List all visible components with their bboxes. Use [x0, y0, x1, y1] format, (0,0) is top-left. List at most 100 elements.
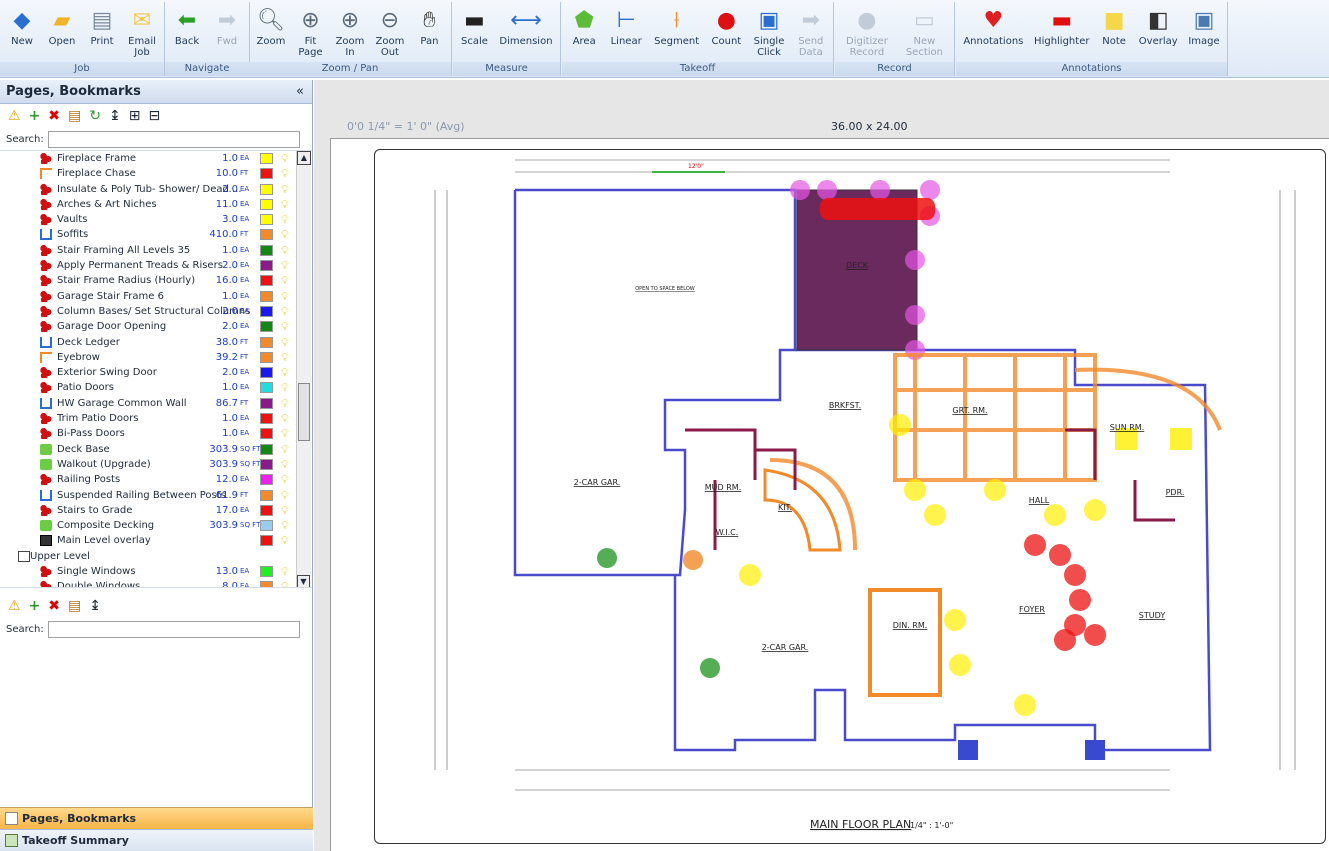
- tree-item[interactable]: Bi-Pass Doors 1.0 EA 💡︎: [0, 426, 312, 441]
- color-swatch[interactable]: [260, 336, 273, 348]
- tree-item[interactable]: Garage Stair Frame 6 1.0 EA 💡︎: [0, 289, 312, 304]
- visibility-bulb-icon[interactable]: 💡︎: [281, 289, 289, 304]
- tree-item[interactable]: Main Level overlay 💡︎: [0, 533, 312, 548]
- visibility-bulb-icon[interactable]: 💡︎: [281, 518, 289, 533]
- color-swatch[interactable]: [260, 443, 273, 455]
- back-button[interactable]: ⬅ Back: [169, 4, 205, 62]
- fwd-button[interactable]: ➡ Fwd: [209, 4, 245, 62]
- zoom-button[interactable]: 🔍︎ Zoom: [253, 4, 290, 62]
- image-button[interactable]: ▣ Image: [1184, 4, 1223, 62]
- color-swatch[interactable]: [260, 504, 273, 516]
- floor-plan-drawing[interactable]: DECK OPEN TO SPACE BELOW BRKFST. GRT. RM. SU…: [375, 150, 1327, 845]
- color-swatch[interactable]: [260, 229, 273, 241]
- visibility-bulb-icon[interactable]: 💡︎: [281, 380, 289, 395]
- color-swatch[interactable]: [260, 244, 273, 256]
- print-button[interactable]: ▤ Print: [84, 4, 120, 62]
- color-swatch[interactable]: [260, 168, 273, 180]
- expand-all-icon[interactable]: ⊞: [129, 108, 141, 124]
- tree-item[interactable]: Patio Doors 1.0 EA 💡︎: [0, 380, 312, 395]
- tree-item[interactable]: HW Garage Common Wall 86.7 FT 💡︎: [0, 396, 312, 411]
- bookmark-icon[interactable]: ⚠: [8, 598, 21, 614]
- visibility-bulb-icon[interactable]: 💡︎: [281, 243, 289, 258]
- color-swatch[interactable]: [260, 535, 273, 547]
- visibility-bulb-icon[interactable]: 💡︎: [281, 442, 289, 457]
- visibility-bulb-icon[interactable]: 💡︎: [281, 151, 289, 166]
- color-swatch[interactable]: [260, 397, 273, 409]
- delete-icon[interactable]: ✖: [48, 108, 60, 124]
- tree-item[interactable]: Composite Decking 303.9 SQ FT 💡︎: [0, 518, 312, 533]
- visibility-bulb-icon[interactable]: 💡︎: [281, 488, 289, 503]
- tree-item[interactable]: Single Windows 13.0 EA 💡︎: [0, 564, 312, 579]
- scroll-up-button[interactable]: ▲: [297, 151, 311, 165]
- visibility-bulb-icon[interactable]: 💡︎: [281, 457, 289, 472]
- new-button[interactable]: ◆ New: [4, 4, 40, 62]
- color-swatch[interactable]: [260, 520, 273, 532]
- color-swatch[interactable]: [260, 458, 273, 470]
- properties-icon[interactable]: ▤: [68, 108, 81, 124]
- tab-pages-bookmarks[interactable]: Pages, Bookmarks: [0, 807, 313, 829]
- color-swatch[interactable]: [260, 198, 273, 210]
- drawing-canvas[interactable]: 0'0 1/4" = 1' 0" (Avg) 36.00 x 24.00 DEC…: [314, 80, 1329, 851]
- color-swatch[interactable]: [260, 290, 273, 302]
- color-swatch[interactable]: [260, 305, 273, 317]
- overlay-button[interactable]: ◧ Overlay: [1135, 4, 1182, 62]
- tree-item[interactable]: Deck Base 303.9 SQ FT 💡︎: [0, 442, 312, 457]
- tree-item[interactable]: Eyebrow 39.2 FT 💡︎: [0, 350, 312, 365]
- zoom-out-button[interactable]: ⊖ Zoom Out: [371, 4, 408, 62]
- tree-item[interactable]: Railing Posts 12.0 EA 💡︎: [0, 472, 312, 487]
- visibility-bulb-icon[interactable]: 💡︎: [281, 503, 289, 518]
- color-swatch[interactable]: [260, 428, 273, 440]
- note-button[interactable]: ■ Note: [1096, 4, 1132, 62]
- pan-button[interactable]: ✋︎ Pan: [411, 4, 447, 62]
- color-swatch[interactable]: [260, 566, 273, 578]
- tab-takeoff-summary[interactable]: Takeoff Summary: [0, 829, 313, 851]
- color-swatch[interactable]: [260, 367, 273, 379]
- visibility-bulb-icon[interactable]: 💡︎: [281, 258, 289, 273]
- tree-item[interactable]: Insulate & Poly Tub- Shower/ Dead ... 2.0…: [0, 182, 312, 197]
- visibility-bulb-icon[interactable]: 💡︎: [281, 182, 289, 197]
- drawing-sheet[interactable]: DECK OPEN TO SPACE BELOW BRKFST. GRT. RM. SU…: [330, 138, 1329, 851]
- collapse-panel-button[interactable]: «: [296, 80, 304, 104]
- search-input[interactable]: [47, 130, 300, 148]
- sort-icon[interactable]: ↨: [89, 598, 101, 614]
- scale-button[interactable]: ▬ Scale: [456, 4, 492, 62]
- scroll-thumb[interactable]: [298, 383, 310, 441]
- visibility-bulb-icon[interactable]: 💡︎: [281, 533, 289, 548]
- visibility-bulb-icon[interactable]: 💡︎: [281, 304, 289, 319]
- tree-item[interactable]: Fireplace Chase 10.0 FT 💡︎: [0, 166, 312, 181]
- color-swatch[interactable]: [260, 382, 273, 394]
- visibility-bulb-icon[interactable]: 💡︎: [281, 426, 289, 441]
- color-swatch[interactable]: [260, 153, 273, 164]
- new-section-button[interactable]: ▭ New Section: [902, 4, 947, 62]
- tree-item[interactable]: Stair Frame Radius (Hourly) 16.0 EA 💡︎: [0, 273, 312, 288]
- segment-button[interactable]: ⟊ Segment: [650, 4, 703, 62]
- tree-item[interactable]: Fireplace Frame 1.0 EA 💡︎: [0, 151, 312, 166]
- color-swatch[interactable]: [260, 413, 273, 425]
- tree-item[interactable]: Upper Level: [0, 549, 312, 564]
- scroll-down-button[interactable]: ▼: [297, 575, 310, 587]
- color-swatch[interactable]: [260, 183, 273, 195]
- properties-icon[interactable]: ▤: [68, 598, 81, 614]
- send-data-button[interactable]: ➡ Send Data: [793, 4, 829, 62]
- tree-item[interactable]: Garage Door Opening 2.0 EA 💡︎: [0, 319, 312, 334]
- lower-search-input[interactable]: [47, 620, 300, 638]
- count-button[interactable]: ● Count: [708, 4, 746, 62]
- visibility-bulb-icon[interactable]: 💡︎: [281, 166, 289, 181]
- bookmark-icon[interactable]: ⚠: [8, 108, 21, 124]
- tree-scrollbar[interactable]: ▲ ▼: [296, 151, 311, 587]
- tree-item[interactable]: Vaults 3.0 EA 💡︎: [0, 212, 312, 227]
- visibility-bulb-icon[interactable]: 💡︎: [281, 396, 289, 411]
- single-click-button[interactable]: ▣ Single Click: [750, 4, 789, 62]
- visibility-bulb-icon[interactable]: 💡︎: [281, 579, 289, 587]
- visibility-bulb-icon[interactable]: 💡︎: [281, 319, 289, 334]
- color-swatch[interactable]: [260, 275, 273, 287]
- color-swatch[interactable]: [260, 321, 273, 333]
- visibility-bulb-icon[interactable]: 💡︎: [281, 564, 289, 579]
- add-icon[interactable]: +: [29, 108, 41, 124]
- refresh-icon[interactable]: ↻: [89, 108, 101, 124]
- digitizer-record-button[interactable]: ● Digitizer Record: [842, 4, 892, 62]
- color-swatch[interactable]: [260, 351, 273, 363]
- visibility-bulb-icon[interactable]: 💡︎: [281, 197, 289, 212]
- email-job-button[interactable]: ✉ Email Job: [124, 4, 160, 62]
- color-swatch[interactable]: [260, 489, 273, 501]
